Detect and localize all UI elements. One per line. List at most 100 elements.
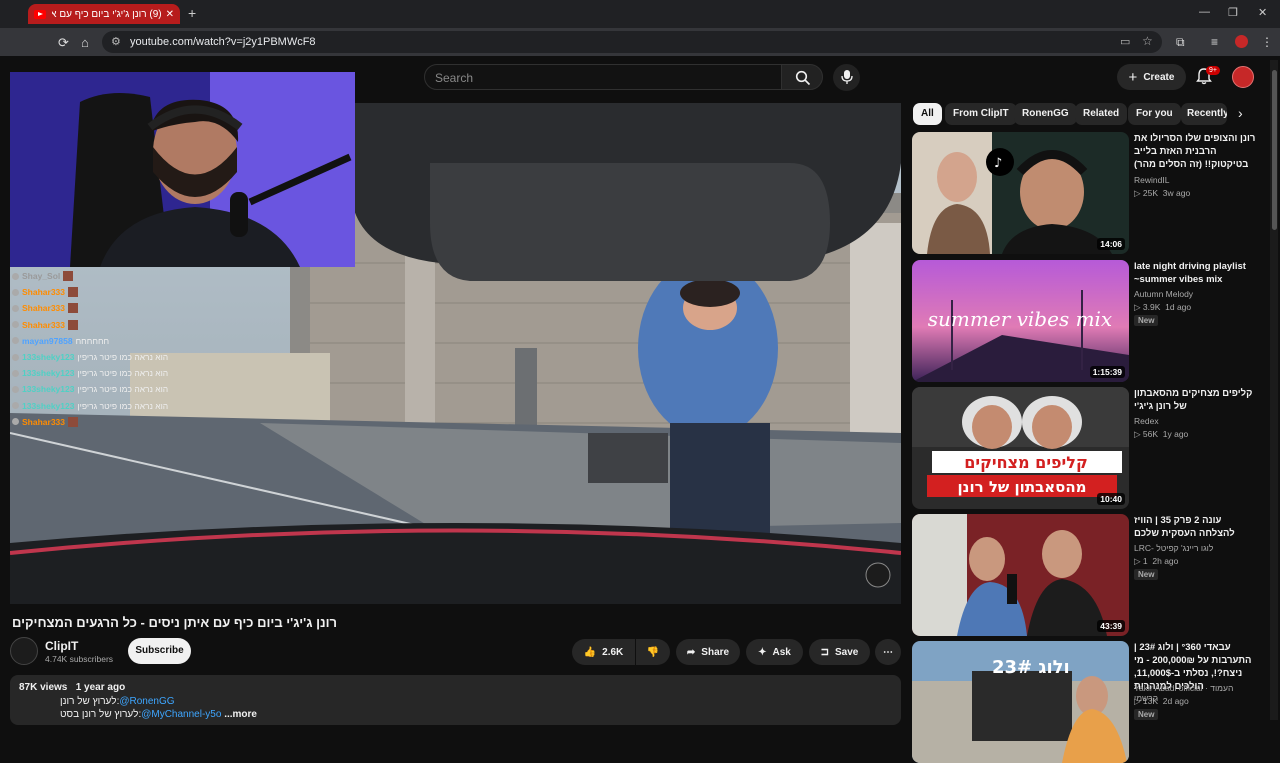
video-thumbnail[interactable]: קליפים מצחיקים מהסאבתון של רונן 10:40	[912, 387, 1129, 509]
channel-name[interactable]: ClipIT	[45, 639, 78, 653]
channel-avatar[interactable]	[10, 637, 38, 665]
maximize-button[interactable]: ❐	[1228, 6, 1238, 19]
chat-username: Shahar333	[22, 416, 65, 427]
bookmark-star-icon[interactable]: ☆	[1142, 34, 1153, 48]
browser-tab[interactable]: (9) רונן ג'יג'י ביום כיף עם איתן ניסים -…	[28, 4, 180, 24]
home-icon[interactable]: ⌂	[81, 35, 89, 50]
upload-age: 2d ago	[1162, 696, 1189, 706]
show-more-link[interactable]: ...more	[224, 709, 257, 720]
video-title: רונן ג'יג'י ביום כיף עם איתן ניסים - כל …	[12, 615, 338, 630]
search-placeholder: Search	[435, 71, 474, 85]
create-button[interactable]: + Create	[1117, 64, 1186, 90]
chat-badge-icon	[12, 272, 19, 280]
save-button[interactable]: ⊐ Save	[809, 639, 870, 665]
channel-name[interactable]: LRC- לוגו ריינג' קפיטל	[1134, 543, 1213, 553]
ask-button[interactable]: ✦ Ask	[746, 639, 803, 665]
reload-icon[interactable]: ⟳	[58, 35, 69, 51]
cast-icon[interactable]: ▭	[1120, 35, 1130, 48]
video-thumbnail[interactable]: summer vibes mix 1:15:39	[912, 260, 1129, 382]
tab-title: (9) רונן ג'יג'י ביום כיף עם איתן ניסים -…	[52, 8, 162, 20]
video-title[interactable]: רונן והצופים שלו הסריולו את הרבנית האזת …	[1134, 132, 1259, 171]
view-count: 1	[1142, 556, 1148, 566]
description-line-2: לערוץ של רונן בסט:@MyChannel-y5o ...more	[60, 709, 257, 720]
media-controls-icon[interactable]: ≡	[1211, 35, 1218, 49]
browser-menu-icon[interactable]: ⋮	[1261, 35, 1273, 49]
thumbnail-image: summer vibes mix	[912, 260, 1129, 382]
thumbnail-image	[912, 514, 1129, 636]
chat-emote-icon	[63, 271, 74, 282]
chat-badge-icon	[12, 402, 19, 410]
recommendation-item[interactable]: קליפים מצחיקים מהסאבתון של רונן 10:40 קל…	[912, 387, 1257, 509]
profile-avatar[interactable]	[1235, 35, 1248, 48]
chat-emote-icon	[68, 416, 78, 427]
extensions-icon[interactable]: ⧉	[1176, 35, 1185, 50]
channel-name[interactable]: RewindIL	[1134, 175, 1169, 185]
like-button[interactable]: 👍 2.6K	[572, 639, 635, 665]
sparkle-icon: ✦	[758, 646, 767, 658]
recommendation-item[interactable]: 43:39 עונה 2 פרק 35 | הוויז להצלחה העסקי…	[912, 514, 1257, 636]
thumbs-up-icon: 👍	[583, 646, 597, 658]
recommendation-item[interactable]: ולוג 23# עבאדי °360 | ולוג 23# | התערבות…	[912, 641, 1257, 763]
voice-search-button[interactable]	[833, 64, 860, 91]
address-bar[interactable]: ⚙ youtube.com/watch?v=j2y1PBMWcF8 ▭ ☆	[102, 31, 1162, 53]
site-info-icon[interactable]: ⚙	[111, 35, 121, 48]
chip-ronengg[interactable]: RonenGG	[1014, 103, 1077, 125]
account-avatar[interactable]	[1232, 66, 1254, 88]
chat-username: Shahar333	[22, 319, 65, 330]
video-title[interactable]: עונה 2 פרק 35 | הוויז להצלחה העסקית שלכם	[1134, 514, 1259, 540]
chip-related[interactable]: Related	[1075, 103, 1128, 125]
recommendation-item[interactable]: ♪ 14:06 רונן והצופים שלו הסריולו את הרבנ…	[912, 132, 1257, 254]
ronengg-link[interactable]: @RonenGG	[119, 696, 174, 707]
share-button[interactable]: ➦ Share	[676, 639, 740, 665]
save-label: Save	[835, 646, 859, 658]
chip-for-you[interactable]: For you	[1128, 103, 1181, 125]
chat-text: הוא נראה כמו פיטר גריפין	[77, 400, 169, 411]
streamer-webcam-image	[10, 72, 355, 267]
scrollbar-thumb[interactable]	[1272, 70, 1277, 230]
video-meta: ▷ 1 2h ago	[1134, 556, 1179, 566]
chips-next-arrow-icon[interactable]: ›	[1238, 105, 1243, 121]
chip-all[interactable]: All	[913, 103, 942, 125]
chat-username: 133sheky123	[22, 384, 75, 395]
chip-recently[interactable]: Recently	[1181, 103, 1227, 125]
channel-name[interactable]: Redex	[1134, 416, 1159, 426]
video-thumbnail[interactable]: ♪ 14:06	[912, 132, 1129, 254]
minimize-button[interactable]: —	[1199, 6, 1210, 18]
share-icon: ➦	[686, 646, 696, 658]
thumbnail-image: קליפים מצחיקים מהסאבתון של רונן	[912, 387, 1129, 509]
more-actions-button[interactable]: ⋯	[875, 639, 901, 665]
thumbnail-image: ♪	[912, 132, 1129, 254]
recommendation-item[interactable]: summer vibes mix 1:15:39 late night driv…	[912, 260, 1257, 382]
close-window-button[interactable]: ✕	[1258, 6, 1267, 19]
chat-badge-icon	[12, 353, 19, 361]
chat-username: Shahar333	[22, 287, 65, 298]
chat-username: 133sheky123	[22, 400, 75, 411]
search-button[interactable]	[781, 64, 823, 90]
video-thumbnail[interactable]: ולוג 23#	[912, 641, 1129, 763]
chat-message: 133sheky123 הוא נראה כמו פיטר גריפין	[12, 381, 212, 397]
chat-message: 133sheky123 הוא נראה כמו פיטר גריפין	[12, 349, 212, 365]
channel-name[interactable]: Autumn Melody	[1134, 289, 1193, 299]
chat-badge-icon	[12, 288, 19, 296]
chat-text: הוא נראה כמו פיטר גריפין	[77, 368, 169, 379]
chat-text: הוא נראה כמו פיטר גריפין	[77, 384, 169, 395]
new-badge: New	[1134, 709, 1159, 720]
chat-username: mayan97858	[22, 335, 73, 346]
description-line-1: לערוץ של רונן:@RonenGG	[60, 696, 175, 707]
dislike-button[interactable]: 👎	[636, 639, 670, 665]
chip-from-clipit[interactable]: From ClipIT	[945, 103, 1017, 125]
subscribe-button[interactable]: Subscribe	[128, 638, 191, 664]
video-thumbnail[interactable]: 43:39	[912, 514, 1129, 636]
tab-close-icon[interactable]: ✕	[166, 9, 174, 20]
youtube-favicon-icon	[34, 9, 46, 19]
share-label: Share	[701, 646, 730, 658]
new-tab-button[interactable]: +	[188, 5, 196, 21]
search-icon	[795, 70, 811, 86]
browser-toolbar: ⟳ ⌂ ⚙ youtube.com/watch?v=j2y1PBMWcF8 ▭ …	[0, 28, 1280, 56]
video-title[interactable]: late night driving playlist ~summer vibe…	[1134, 260, 1259, 286]
video-title[interactable]: קליפים מצחיקים מהסאבתון של רונן ג'יג'י	[1134, 387, 1259, 413]
video-description[interactable]: 87K views 1 year ago לערוץ של רונן:@Rone…	[10, 675, 901, 725]
search-input[interactable]: Search	[424, 64, 782, 90]
chat-text: הוא נראה כמו פיטר גריפין	[77, 352, 169, 363]
mychannel-link[interactable]: @MyChannel-y5o	[141, 709, 221, 720]
